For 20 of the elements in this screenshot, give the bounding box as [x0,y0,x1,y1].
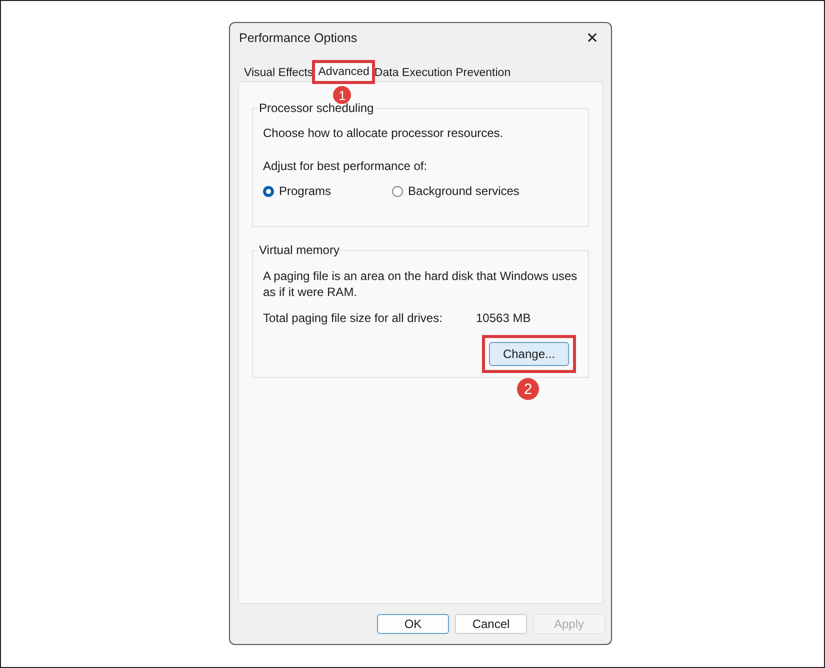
description-text: A paging file is an area on the hard disk that Windows uses as if it were RAM. [263,268,578,300]
radio-icon[interactable] [392,186,404,196]
dialog-button[interactable]: OK [377,614,449,634]
group-title: Virtual memory [258,243,340,257]
size-value: 10563 MB [476,310,531,326]
radio-icon[interactable] [263,186,274,196]
tab[interactable]: Visual Effects [242,65,316,81]
tab[interactable]: Advanced [315,63,372,81]
window-title: Performance Options [239,31,358,45]
step-marker: 2 [517,378,539,400]
prompt-text: Adjust for best performance of: [263,158,428,174]
tab[interactable]: Data Execution Prevention [372,65,513,81]
group-title: Processor scheduling [258,101,375,115]
radio-option[interactable]: Background services [392,184,520,198]
description-text: Choose how to allocate processor resources. [263,125,504,141]
radio-option[interactable]: Programs [263,184,332,198]
close-button[interactable]: ✕ [580,27,605,49]
change-button[interactable]: Change... [489,342,569,366]
dialog-button[interactable]: Cancel [455,614,527,634]
size-label: Total paging file size for all drives: [263,310,444,326]
